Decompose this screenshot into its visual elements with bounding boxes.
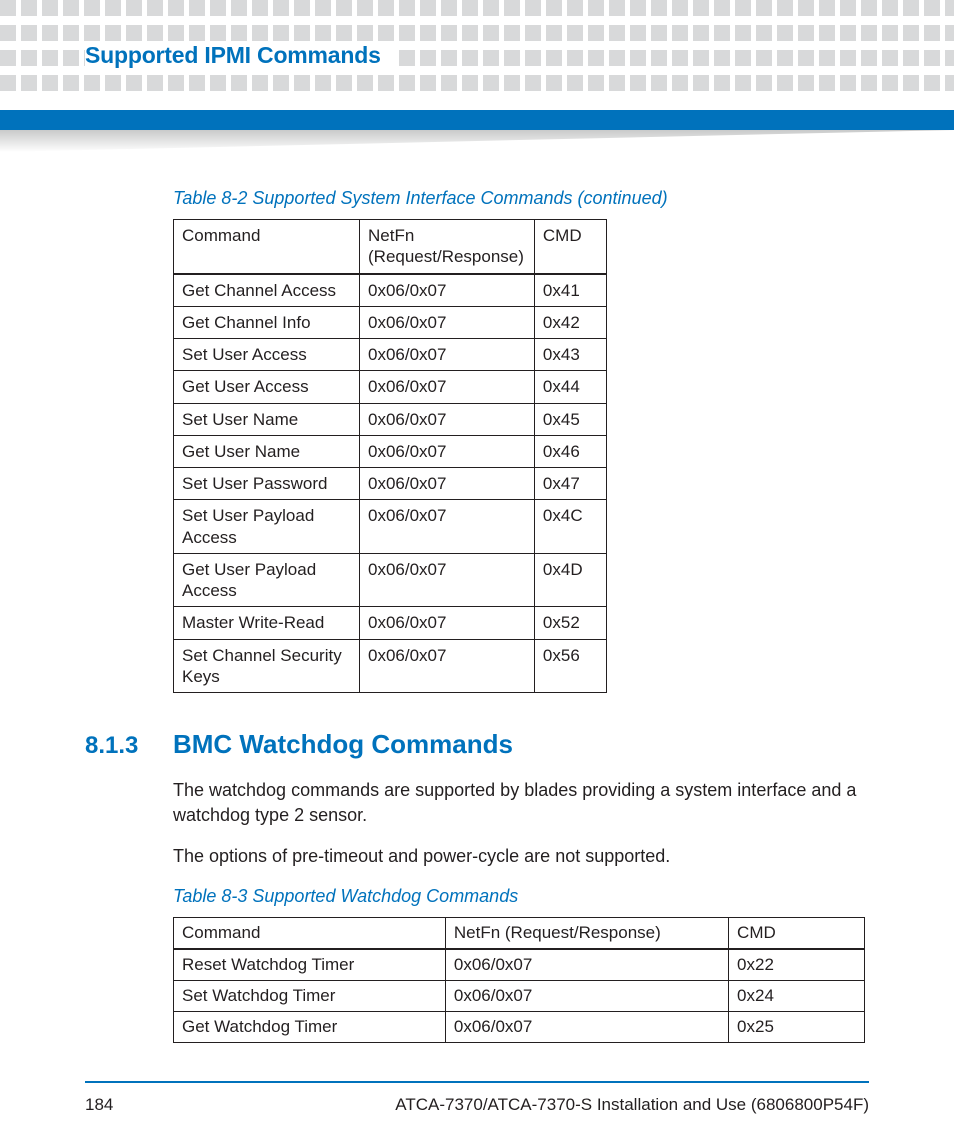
table-cell: 0x25 [729,1011,865,1042]
table-row: Set Watchdog Timer0x06/0x070x24 [174,980,865,1011]
col-cmd: CMD [534,220,606,274]
col-command: Command [174,917,446,949]
table-cell: 0x06/0x07 [360,274,535,307]
table-cell: Set User Name [174,403,360,435]
table-row: Master Write-Read0x06/0x070x52 [174,607,607,639]
table-cell: 0x42 [534,306,606,338]
col-cmd: CMD [729,917,865,949]
table-cell: 0x06/0x07 [360,371,535,403]
table-cell: Set Channel Security Keys [174,639,360,693]
content-area: Table 8-2 Supported System Interface Com… [85,180,869,1043]
table-cell: Set User Password [174,468,360,500]
table-row: Get User Access0x06/0x070x44 [174,371,607,403]
table-cell: 0x46 [534,435,606,467]
table-cell: 0x41 [534,274,606,307]
paragraph: The watchdog commands are supported by b… [173,778,869,828]
table-cell: 0x06/0x07 [360,403,535,435]
table-cell: Get Watchdog Timer [174,1011,446,1042]
table-8-3: Command NetFn (Request/Response) CMD Res… [173,917,865,1043]
table-cell: Get Channel Info [174,306,360,338]
table-row: Get Watchdog Timer0x06/0x070x25 [174,1011,865,1042]
table-cell: Get User Name [174,435,360,467]
table-cell: 0x45 [534,403,606,435]
col-netfn: NetFn (Request/Response) [445,917,728,949]
table-cell: 0x06/0x07 [445,1011,728,1042]
table-row: Get Channel Access0x06/0x070x41 [174,274,607,307]
table-cell: Reset Watchdog Timer [174,949,446,981]
table-header-row: Command NetFn (Request/Response) CMD [174,220,607,274]
table-cell: 0x06/0x07 [360,435,535,467]
table-cell: 0x06/0x07 [360,553,535,607]
table-cell: Get Channel Access [174,274,360,307]
table-row: Set Channel Security Keys0x06/0x070x56 [174,639,607,693]
paragraph: The options of pre-timeout and power-cyc… [173,844,869,869]
header-wedge [0,130,954,152]
section-title: BMC Watchdog Commands [173,729,513,760]
table-cell: 0x4C [534,500,606,554]
table-row: Get User Payload Access0x06/0x070x4D [174,553,607,607]
table-row: Reset Watchdog Timer0x06/0x070x22 [174,949,865,981]
table-8-3-caption: Table 8-3 Supported Watchdog Commands [173,886,869,907]
table-row: Get Channel Info0x06/0x070x42 [174,306,607,338]
page-number: 184 [85,1095,113,1115]
table-row: Set User Payload Access0x06/0x070x4C [174,500,607,554]
table-cell: 0x06/0x07 [360,468,535,500]
table-cell: 0x06/0x07 [360,639,535,693]
table-cell: 0x06/0x07 [360,607,535,639]
table-row: Set User Password0x06/0x070x47 [174,468,607,500]
table-8-2-caption: Table 8-2 Supported System Interface Com… [173,188,869,209]
table-cell: 0x06/0x07 [360,339,535,371]
table-8-2: Command NetFn (Request/Response) CMD Get… [173,219,607,693]
section-heading: 8.1.3 BMC Watchdog Commands [85,729,869,760]
table-row: Set User Access0x06/0x070x43 [174,339,607,371]
header-title-wrap: Supported IPMI Commands [85,42,399,69]
table-cell: 0x43 [534,339,606,371]
table-header-row: Command NetFn (Request/Response) CMD [174,917,865,949]
table-cell: Set User Access [174,339,360,371]
table-cell: 0x47 [534,468,606,500]
table-cell: 0x06/0x07 [445,980,728,1011]
col-command: Command [174,220,360,274]
document-title: ATCA-7370/ATCA-7370-S Installation and U… [395,1095,869,1115]
header-blue-bar [0,110,954,130]
table-row: Set User Name0x06/0x070x45 [174,403,607,435]
footer: 184 ATCA-7370/ATCA-7370-S Installation a… [85,1095,869,1115]
table-cell: 0x4D [534,553,606,607]
table-cell: Set Watchdog Timer [174,980,446,1011]
section-number: 8.1.3 [85,732,173,760]
table-cell: Get User Access [174,371,360,403]
table-cell: 0x44 [534,371,606,403]
table-cell: 0x06/0x07 [445,949,728,981]
table-cell: 0x06/0x07 [360,500,535,554]
table-cell: Master Write-Read [174,607,360,639]
table-cell: 0x56 [534,639,606,693]
table-cell: Get User Payload Access [174,553,360,607]
table-cell: 0x06/0x07 [360,306,535,338]
table-cell: 0x24 [729,980,865,1011]
col-netfn: NetFn (Request/Response) [360,220,535,274]
table-cell: Set User Payload Access [174,500,360,554]
table-cell: 0x52 [534,607,606,639]
page-header-title: Supported IPMI Commands [85,42,381,68]
table-row: Get User Name0x06/0x070x46 [174,435,607,467]
table-cell: 0x22 [729,949,865,981]
footer-rule [85,1081,869,1083]
